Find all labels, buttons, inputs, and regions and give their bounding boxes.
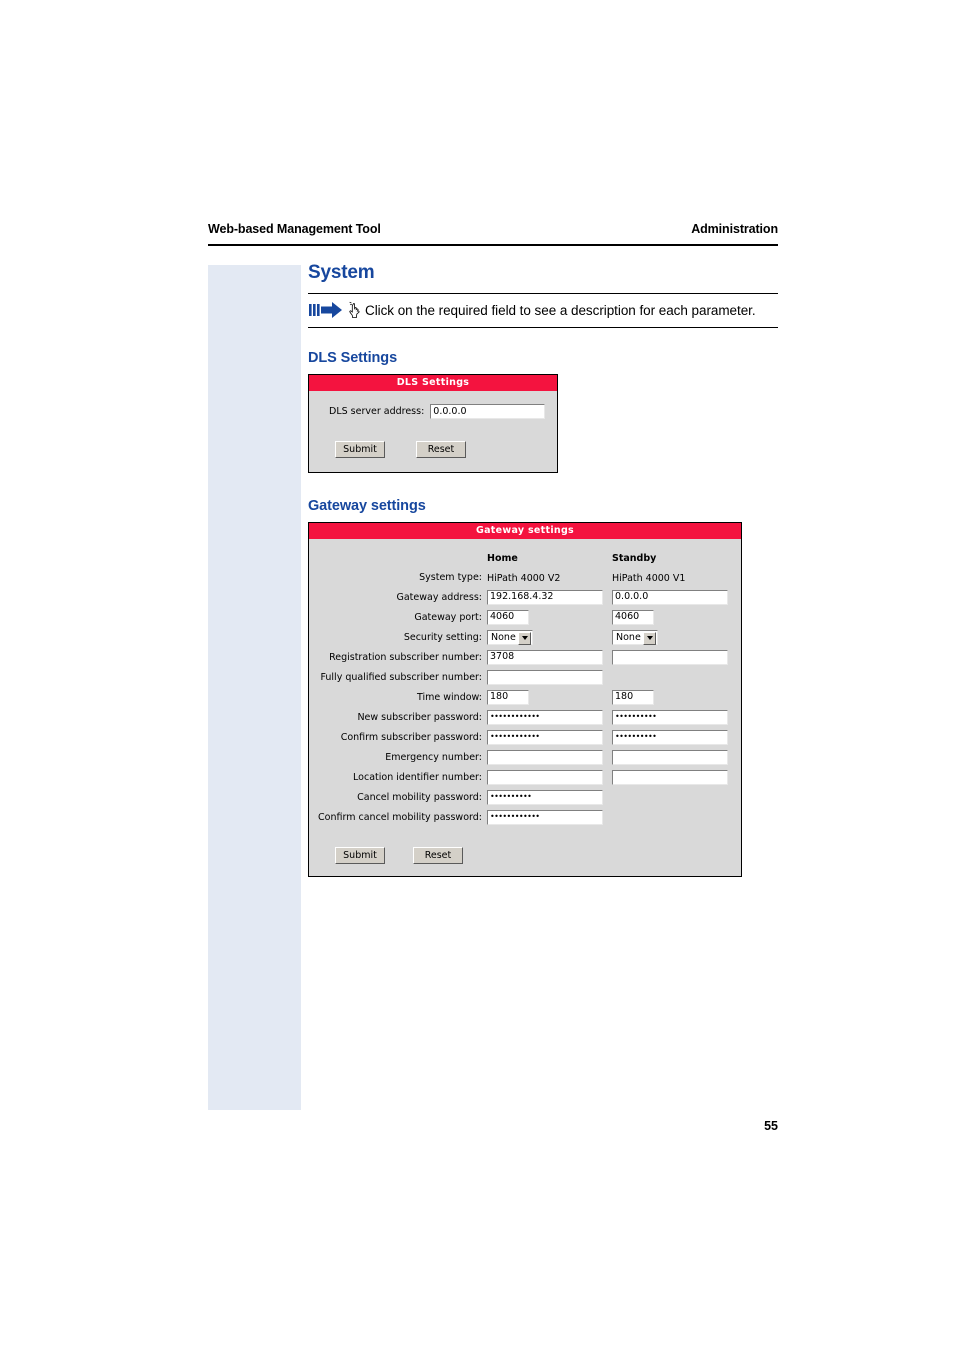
label-location-identifier-number: Location identifier number: bbox=[353, 771, 482, 783]
gateway-row-cancel-mobility-password: Cancel mobility password: •••••••••• bbox=[309, 787, 741, 807]
input-registration-subscriber-number-standby[interactable] bbox=[612, 649, 728, 665]
select-security-setting-home-value: None bbox=[491, 631, 516, 643]
input-emergency-number-home[interactable] bbox=[487, 749, 603, 765]
page-title: System bbox=[308, 262, 375, 283]
input-location-identifier-number-home[interactable] bbox=[487, 769, 603, 785]
label-fully-qualified-subscriber-number: Fully qualified subscriber number: bbox=[320, 671, 482, 683]
value-system-type-home: HiPath 4000 V2 bbox=[487, 573, 561, 584]
header-divider bbox=[208, 244, 778, 246]
gateway-row-registration-subscriber-number: Registration subscriber number: 3708 bbox=[309, 647, 741, 667]
main-content: System Click on the required field to se… bbox=[308, 262, 778, 877]
header-title-left: Web-based Management Tool bbox=[208, 222, 381, 236]
label-new-subscriber-password: New subscriber password: bbox=[357, 711, 482, 723]
input-gateway-port-home[interactable]: 4060 bbox=[487, 609, 529, 625]
gateway-settings-heading: Gateway settings bbox=[308, 498, 426, 514]
select-security-setting-standby-value: None bbox=[616, 631, 641, 643]
label-gateway-address: Gateway address: bbox=[396, 591, 482, 603]
gateway-row-new-subscriber-password: New subscriber password: •••••••••••• ••… bbox=[309, 707, 741, 727]
label-emergency-number: Emergency number: bbox=[385, 751, 482, 763]
gateway-row-confirm-cancel-mobility-password: Confirm cancel mobility password: ••••••… bbox=[309, 807, 741, 827]
dls-button-row: Submit Reset bbox=[321, 419, 545, 462]
label-system-type: System type: bbox=[419, 571, 482, 583]
input-emergency-number-standby[interactable] bbox=[612, 749, 728, 765]
dls-panel-titlebar: DLS Settings bbox=[309, 375, 557, 391]
gateway-column-header-row: Home Standby bbox=[309, 547, 741, 567]
input-time-window-standby[interactable]: 180 bbox=[612, 689, 654, 705]
gateway-submit-button[interactable]: Submit bbox=[335, 847, 385, 864]
input-confirm-subscriber-password-standby[interactable]: •••••••••• bbox=[612, 729, 728, 745]
dls-server-address-row: DLS server address: 0.0.0.0 bbox=[321, 401, 545, 419]
dls-server-address-label: DLS server address: bbox=[329, 406, 425, 417]
note-callout: Click on the required field to see a des… bbox=[308, 293, 778, 328]
select-security-setting-home[interactable]: None bbox=[487, 629, 533, 645]
input-new-subscriber-password-standby[interactable]: •••••••••• bbox=[612, 709, 728, 725]
gateway-panel-body: Home Standby System type: HiPath 4000 V2… bbox=[309, 539, 741, 876]
dls-panel-body: DLS server address: 0.0.0.0 Submit Reset bbox=[309, 391, 557, 472]
value-system-type-standby: HiPath 4000 V1 bbox=[612, 573, 686, 584]
input-registration-subscriber-number-home[interactable]: 3708 bbox=[487, 649, 603, 665]
gateway-row-confirm-subscriber-password: Confirm subscriber password: •••••••••••… bbox=[309, 727, 741, 747]
label-confirm-subscriber-password: Confirm subscriber password: bbox=[340, 731, 482, 743]
dls-settings-panel: DLS Settings DLS server address: 0.0.0.0… bbox=[308, 374, 558, 473]
dls-submit-button[interactable]: Submit bbox=[335, 441, 385, 458]
page-header: Web-based Management Tool Administration bbox=[208, 222, 778, 236]
gateway-reset-button[interactable]: Reset bbox=[413, 847, 463, 864]
gateway-row-emergency-number: Emergency number: bbox=[309, 747, 741, 767]
label-registration-subscriber-number: Registration subscriber number: bbox=[329, 651, 482, 663]
dls-server-address-input[interactable]: 0.0.0.0 bbox=[430, 404, 545, 419]
chevron-down-icon[interactable] bbox=[643, 631, 656, 645]
dls-reset-button[interactable]: Reset bbox=[416, 441, 466, 458]
input-location-identifier-number-standby[interactable] bbox=[612, 769, 728, 785]
gateway-row-security-setting: Security setting: None None bbox=[309, 627, 741, 647]
gateway-column-standby: Standby bbox=[612, 553, 657, 564]
gateway-row-gateway-address: Gateway address: 192.168.4.32 0.0.0.0 bbox=[309, 587, 741, 607]
gateway-row-fully-qualified-subscriber-number: Fully qualified subscriber number: bbox=[309, 667, 741, 687]
input-gateway-port-standby[interactable]: 4060 bbox=[612, 609, 654, 625]
sidebar-color-block bbox=[208, 265, 301, 1110]
label-security-setting: Security setting: bbox=[403, 631, 482, 643]
input-confirm-cancel-mobility-password-home[interactable]: •••••••••••• bbox=[487, 809, 603, 825]
input-confirm-subscriber-password-home[interactable]: •••••••••••• bbox=[487, 729, 603, 745]
label-cancel-mobility-password: Cancel mobility password: bbox=[357, 791, 482, 803]
page-number: 55 bbox=[764, 1119, 778, 1133]
gateway-row-location-identifier-number: Location identifier number: bbox=[309, 767, 741, 787]
arrow-bars-icon bbox=[308, 299, 348, 321]
header-title-right: Administration bbox=[691, 222, 778, 236]
input-fully-qualified-subscriber-number-home[interactable] bbox=[487, 669, 603, 685]
dls-settings-heading: DLS Settings bbox=[308, 350, 398, 366]
gateway-row-system-type: System type: HiPath 4000 V2 HiPath 4000 … bbox=[309, 567, 741, 587]
chevron-down-icon[interactable] bbox=[518, 631, 531, 645]
label-gateway-port: Gateway port: bbox=[414, 611, 482, 623]
input-time-window-home[interactable]: 180 bbox=[487, 689, 529, 705]
input-cancel-mobility-password-home[interactable]: •••••••••• bbox=[487, 789, 603, 805]
gateway-row-gateway-port: Gateway port: 4060 4060 bbox=[309, 607, 741, 627]
input-new-subscriber-password-home[interactable]: •••••••••••• bbox=[487, 709, 603, 725]
label-time-window: Time window: bbox=[417, 691, 482, 703]
gateway-row-time-window: Time window: 180 180 bbox=[309, 687, 741, 707]
input-gateway-address-home[interactable]: 192.168.4.32 bbox=[487, 589, 603, 605]
input-gateway-address-standby[interactable]: 0.0.0.0 bbox=[612, 589, 728, 605]
label-confirm-cancel-mobility-password: Confirm cancel mobility password: bbox=[318, 811, 482, 823]
gateway-panel-titlebar: Gateway settings bbox=[309, 523, 741, 539]
gateway-button-row: Submit Reset bbox=[309, 827, 741, 864]
select-security-setting-standby[interactable]: None bbox=[612, 629, 658, 645]
gateway-settings-panel: Gateway settings Home Standby System typ… bbox=[308, 522, 742, 877]
pointing-hand-cursor-icon bbox=[348, 301, 363, 319]
gateway-column-home: Home bbox=[487, 553, 518, 564]
note-text: Click on the required field to see a des… bbox=[365, 302, 756, 318]
